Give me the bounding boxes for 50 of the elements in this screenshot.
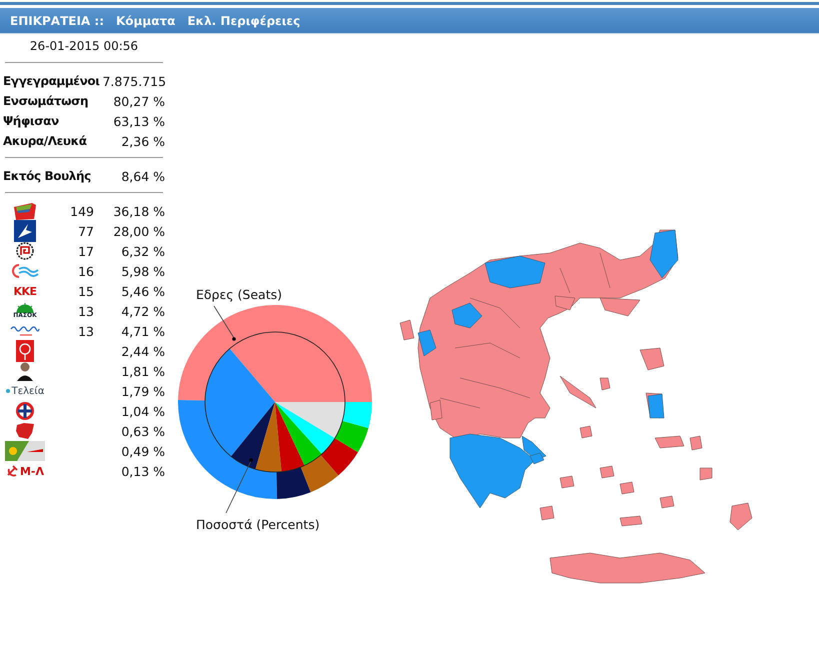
seat-count: 16 — [77, 264, 94, 278]
vote-percent: 28,00 % — [112, 224, 165, 238]
vote-percent: 1,81 % — [120, 364, 165, 378]
stat-label: Ακυρα/Λευκά — [3, 134, 87, 148]
chart-label: Εδρες (Seats) — [196, 287, 282, 302]
seat-count: 149 — [69, 204, 94, 218]
shape-logo-icon — [14, 421, 36, 441]
vote-percent: 1,79 % — [120, 384, 165, 398]
split-logo-icon — [5, 441, 45, 461]
party-logo: Τελεία — [6, 386, 44, 396]
seat-count: 17 — [77, 244, 94, 258]
leader-line — [214, 306, 236, 341]
stat-label: Εγγεγραμμένοι — [3, 74, 100, 88]
seat-count: 77 — [77, 224, 94, 238]
party-logo: ΚΚΕ — [13, 284, 37, 298]
seat-count: 15 — [77, 284, 94, 298]
seat-count: 13 — [77, 304, 94, 318]
vote-percent: 0,49 % — [120, 444, 165, 458]
timestamp: 26-01-2015 00:56 — [28, 38, 140, 55]
stat-value: 8,64 % — [121, 168, 165, 184]
stat-label: Ψήφισαν — [3, 114, 59, 128]
stat-label: Εκτός Βουλής — [3, 169, 91, 183]
stat-value: 63,13 % — [113, 114, 165, 128]
stat-value: 7.875.715 — [102, 74, 166, 88]
stat-value: 2,36 % — [121, 134, 165, 148]
leader-line — [226, 458, 253, 514]
stat-label: Ενσωμάτωση — [3, 94, 88, 108]
nav-link[interactable]: Εκλ. Περιφέρειες — [187, 14, 300, 28]
seat-count: 13 — [77, 324, 94, 338]
nav-link[interactable]: ΕΠΙΚΡΑΤΕΙΑ :: — [10, 14, 104, 28]
stat-value: 80,27 % — [113, 94, 165, 108]
party-logo: Μ-Λ — [6, 464, 44, 478]
vote-percent: 4,71 % — [120, 324, 165, 338]
flag-logo-icon — [12, 201, 38, 221]
vote-percent: 6,32 % — [120, 244, 165, 258]
vote-percent: 1,04 % — [120, 404, 165, 418]
vote-percent: 2,44 % — [120, 344, 165, 358]
person-icon — [15, 361, 35, 381]
vote-percent: 5,46 % — [120, 284, 165, 298]
chart-label: Ποσοστά (Percents) — [196, 517, 320, 532]
cross-logo-icon — [15, 401, 35, 421]
vote-percent: 36,18 % — [112, 204, 165, 218]
wave-logo-icon — [11, 262, 39, 280]
vote-percent: 0,13 % — [120, 464, 165, 478]
vote-percent: 5,98 % — [120, 264, 165, 278]
vote-percent: 4,72 % — [120, 304, 165, 318]
vote-percent: 0,63 % — [120, 424, 165, 438]
meander-logo-icon — [15, 241, 35, 261]
nav-link[interactable]: Κόμματα — [116, 14, 176, 28]
rose-logo-icon — [16, 340, 34, 362]
